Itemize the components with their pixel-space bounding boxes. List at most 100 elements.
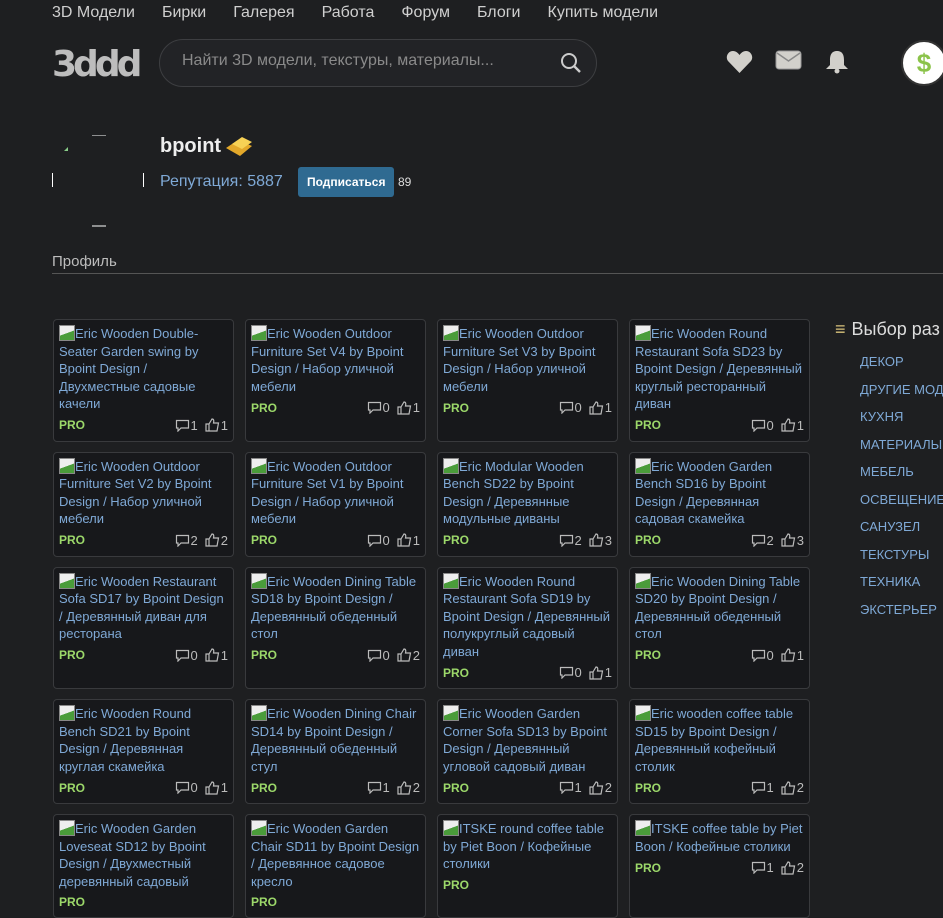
category-item[interactable]: ОСВЕЩЕНИЕ [860, 492, 943, 520]
model-title-link[interactable]: Eric Wooden Double-Seater Garden swing b… [59, 325, 228, 413]
broken-image-icon [251, 325, 267, 341]
likes[interactable]: 1 [589, 400, 612, 415]
likes[interactable]: 1 [205, 780, 228, 795]
model-title-link[interactable]: Eric wooden coffee table SD15 by Bpoint … [635, 705, 804, 775]
model-title-link[interactable]: Eric Wooden Dining Chair SD14 by Bpoint … [251, 705, 420, 775]
comment-icon [367, 534, 381, 547]
comments[interactable]: 1 [559, 780, 582, 795]
comments[interactable]: 1 [175, 418, 198, 433]
likes[interactable]: 3 [589, 533, 612, 548]
model-title-link[interactable]: Eric Wooden Garden Bench SD16 by Bpoint … [635, 457, 804, 528]
likes[interactable]: 2 [589, 780, 612, 795]
comments[interactable]: 0 [751, 648, 774, 663]
comments[interactable]: 2 [175, 533, 198, 548]
like-count: 3 [796, 532, 804, 548]
comments[interactable]: 1 [751, 780, 774, 795]
comments[interactable]: 0 [175, 648, 198, 663]
model-title-link[interactable]: ITSKE coffee table by Piet Boon / Кофейн… [635, 820, 804, 855]
search-icon[interactable] [560, 52, 582, 74]
model-title-link[interactable]: Eric Wooden Outdoor Furniture Set V3 by … [443, 325, 612, 395]
comments[interactable]: 0 [175, 780, 198, 795]
nav-forum[interactable]: Форум [401, 4, 450, 22]
broken-image-icon [59, 325, 75, 341]
tab-profile[interactable]: Профиль [52, 253, 117, 270]
model-title-link[interactable]: Eric Modular Wooden Bench SD22 by Bpoint… [443, 457, 612, 528]
model-title-link[interactable]: Eric Wooden Outdoor Furniture Set V2 by … [59, 457, 228, 528]
comments[interactable]: 0 [367, 648, 390, 663]
model-title-link[interactable]: Eric Wooden Garden Chair SD11 by Bpoint … [251, 820, 420, 890]
broken-image-icon [59, 457, 75, 474]
comments[interactable]: 0 [751, 418, 774, 433]
card-stats: 01 [367, 400, 420, 415]
subscribe-button[interactable]: Подписаться [298, 167, 395, 197]
comment-icon [175, 419, 189, 432]
nav-buy-models[interactable]: Купить модели [548, 4, 659, 22]
likes[interactable]: 2 [397, 648, 420, 663]
likes[interactable]: 2 [397, 780, 420, 795]
model-title-link[interactable]: Eric Wooden Round Restaurant Sofa SD19 b… [443, 572, 612, 661]
model-title-link[interactable]: Eric Wooden Garden Corner Sofa SD13 by B… [443, 705, 612, 775]
model-title-link[interactable]: ITSKE round coffee table by Piet Boon / … [443, 820, 612, 873]
comments[interactable]: 0 [367, 533, 390, 548]
comments[interactable]: 0 [559, 400, 582, 415]
model-title-link[interactable]: Eric Wooden Dining Table SD18 by Bpoint … [251, 572, 420, 643]
category-item[interactable]: ТЕКСТУРЫ [860, 547, 943, 575]
bell-icon[interactable] [824, 50, 850, 74]
search-input[interactable] [182, 52, 552, 70]
comments[interactable]: 0 [367, 400, 390, 415]
model-card: Eric Modular Wooden Bench SD22 by Bpoint… [437, 451, 618, 557]
nav-work[interactable]: Работа [322, 4, 375, 22]
category-item[interactable]: МЕБЕЛЬ [860, 464, 943, 492]
avatar[interactable] [52, 135, 144, 227]
comments[interactable]: 2 [751, 533, 774, 548]
category-item[interactable]: МАТЕРИАЛЫ [860, 437, 943, 465]
likes[interactable]: 1 [205, 418, 228, 433]
model-title-link[interactable]: Eric Wooden Outdoor Furniture Set V1 by … [251, 457, 420, 528]
likes[interactable]: 1 [589, 665, 612, 680]
model-title-link[interactable]: Eric Wooden Dining Table SD20 by Bpoint … [635, 572, 804, 643]
nav-tags[interactable]: Бирки [162, 4, 206, 22]
category-item[interactable]: ТЕХНИКА [860, 574, 943, 602]
likes[interactable]: 1 [397, 533, 420, 548]
category-item[interactable]: ЭКСТЕРЬЕР [860, 602, 943, 630]
model-card: Eric wooden coffee table SD15 by Bpoint … [629, 699, 810, 804]
model-title-link[interactable]: Eric Wooden Garden Loveseat SD12 by Bpoi… [59, 820, 228, 890]
likes[interactable]: 1 [397, 400, 420, 415]
nav-gallery[interactable]: Галерея [233, 4, 294, 22]
category-item[interactable]: ДЕКОР [860, 354, 943, 382]
model-title: Eric Wooden Garden Corner Sofa SD13 by B… [443, 706, 608, 774]
balance-button[interactable]: $ [901, 40, 943, 86]
comments[interactable]: 0 [559, 665, 582, 680]
like-count: 2 [796, 780, 804, 795]
card-footer: PRO 2 2 [59, 533, 228, 548]
likes[interactable]: 2 [781, 780, 804, 795]
likes[interactable]: 1 [781, 648, 804, 663]
likes[interactable]: 3 [781, 533, 804, 548]
broken-image-icon [59, 820, 75, 836]
card-footer: PRO 0 1 [251, 533, 420, 548]
mail-icon[interactable] [775, 50, 802, 70]
likes[interactable]: 1 [781, 418, 804, 433]
comments[interactable]: 2 [559, 533, 582, 548]
comments[interactable]: 1 [751, 860, 774, 875]
like-count: 2 [796, 860, 804, 875]
model-title: Eric Modular Wooden Bench SD22 by Bpoint… [443, 458, 584, 527]
likes[interactable]: 2 [781, 860, 804, 875]
model-title-link[interactable]: Eric Wooden Round Restaurant Sofa SD23 b… [635, 325, 804, 413]
heart-icon[interactable] [726, 50, 753, 74]
model-title-link[interactable]: Eric Wooden Restaurant Sofa SD17 by Bpoi… [59, 572, 228, 643]
nav-blogs[interactable]: Блоги [477, 4, 521, 22]
like-icon [589, 780, 603, 795]
nav-3d-models[interactable]: 3D Модели [52, 4, 135, 22]
pro-badge: PRO [251, 533, 278, 547]
category-item[interactable]: КУХНЯ [860, 409, 943, 437]
likes[interactable]: 2 [205, 533, 228, 548]
likes[interactable]: 1 [205, 648, 228, 663]
category-item[interactable]: ДРУГИЕ МОД [860, 382, 943, 410]
model-title-link[interactable]: Eric Wooden Round Bench SD21 by Bpoint D… [59, 705, 228, 775]
logo[interactable]: 3ddd [52, 44, 142, 85]
comments[interactable]: 1 [367, 780, 390, 795]
model-title-link[interactable]: Eric Wooden Outdoor Furniture Set V4 by … [251, 325, 420, 395]
category-item[interactable]: САНУЗЕЛ [860, 519, 943, 547]
like-count: 1 [412, 400, 420, 415]
